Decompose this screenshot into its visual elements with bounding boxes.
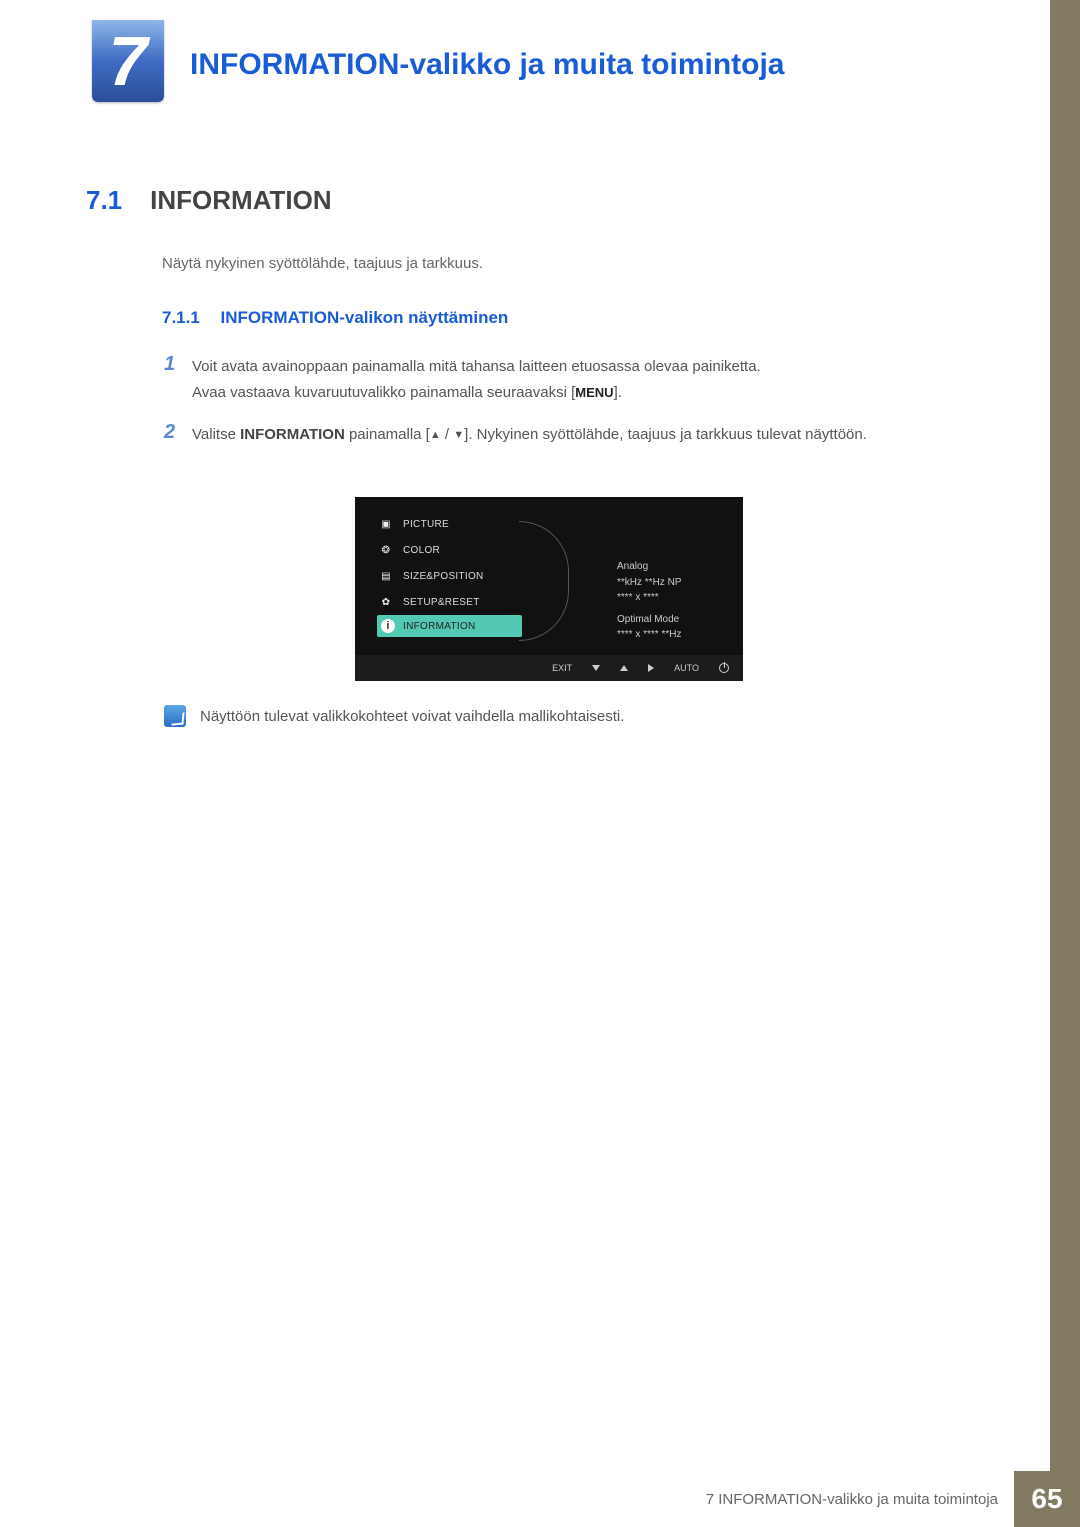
step-1: 1 Voit avata avainoppaan painamalla mitä… (164, 354, 970, 407)
osd-label: SIZE&POSITION (403, 571, 484, 582)
osd-info-line: **kHz **Hz NP (617, 575, 681, 591)
color-icon: ❂ (377, 543, 395, 557)
section-title: INFORMATION (150, 185, 332, 216)
section-number: 7.1 (86, 185, 122, 216)
note-row: Näyttöön tulevat valikkokohteet voivat v… (164, 705, 624, 727)
osd-label: COLOR (403, 545, 440, 556)
step-2-mid: painamalla [ (345, 426, 430, 443)
setup-reset-icon: ✿ (377, 595, 395, 609)
osd-power-icon (719, 663, 729, 673)
osd-down-icon (592, 665, 600, 671)
chapter-number-badge: 7 (92, 20, 164, 102)
osd-info-line: Optimal Mode (617, 612, 681, 628)
step-2-pre: Valitse (192, 426, 240, 443)
footer-page-number: 65 (1014, 1471, 1080, 1527)
footer-chapter-ref: 7 INFORMATION-valikko ja muita toimintoj… (706, 1471, 1014, 1527)
osd-label: INFORMATION (403, 621, 476, 632)
size-position-icon: ▤ (377, 569, 395, 583)
side-accent-bar (1050, 0, 1080, 1527)
osd-menu: ▣ PICTURE ❂ COLOR ▤ SIZE&POSITION ✿ SETU… (369, 511, 729, 637)
note-text: Näyttöön tulevat valikkokohteet voivat v… (200, 708, 624, 725)
step-1-line2b: ]. (614, 384, 622, 401)
osd-info-line: Analog (617, 559, 681, 575)
osd-auto-label: AUTO (674, 663, 699, 673)
step-1-line2a: Avaa vastaava kuvaruutuvalikko painamall… (192, 384, 575, 401)
subsection-number: 7.1.1 (162, 308, 200, 327)
subsection-title: INFORMATION-valikon näyttäminen (221, 308, 509, 327)
osd-label: PICTURE (403, 519, 449, 530)
step-1-line: Voit avata avainoppaan painamalla mitä t… (192, 358, 761, 375)
chapter-title: INFORMATION-valikko ja muita toimintoja (190, 48, 785, 82)
osd-right-icon (648, 664, 654, 672)
triangle-up-icon: ▲ (430, 429, 441, 441)
osd-exit-label: EXIT (552, 663, 572, 673)
step-2-after: ]. Nykyinen syöttölähde, taajuus ja tark… (464, 426, 867, 443)
step-number: 2 (164, 421, 175, 444)
step-2-bold: INFORMATION (240, 426, 345, 443)
menu-label: MENU (575, 385, 613, 400)
osd-item-picture: ▣ PICTURE (377, 511, 729, 537)
step-text: Valitse INFORMATION painamalla [▲ / ▼]. … (192, 422, 970, 448)
osd-info-panel: Analog **kHz **Hz NP **** x **** Optimal… (617, 559, 681, 643)
osd-label: SETUP&RESET (403, 597, 480, 608)
subsection-heading: 7.1.1 INFORMATION-valikon näyttäminen (162, 308, 508, 328)
step-number: 1 (164, 353, 175, 376)
osd-info-line: **** x **** (617, 590, 681, 606)
note-icon (164, 705, 186, 727)
step-2: 2 Valitse INFORMATION painamalla [▲ / ▼]… (164, 422, 970, 448)
osd-item-information-selected: i INFORMATION (377, 615, 522, 637)
section-description: Näytä nykyinen syöttölähde, taajuus ja t… (162, 255, 483, 272)
slash: / (441, 426, 454, 443)
section-heading: 7.1 INFORMATION (86, 185, 332, 216)
page-footer: 7 INFORMATION-valikko ja muita toimintoj… (0, 1471, 1080, 1527)
osd-info-line: **** x **** **Hz (617, 627, 681, 643)
osd-up-icon (620, 665, 628, 671)
picture-icon: ▣ (377, 517, 395, 531)
triangle-down-icon: ▼ (453, 429, 464, 441)
info-icon: i (381, 619, 395, 633)
osd-toolbar: EXIT AUTO (355, 655, 743, 681)
osd-screenshot: ▣ PICTURE ❂ COLOR ▤ SIZE&POSITION ✿ SETU… (355, 497, 743, 681)
step-text: Voit avata avainoppaan painamalla mitä t… (192, 354, 970, 407)
